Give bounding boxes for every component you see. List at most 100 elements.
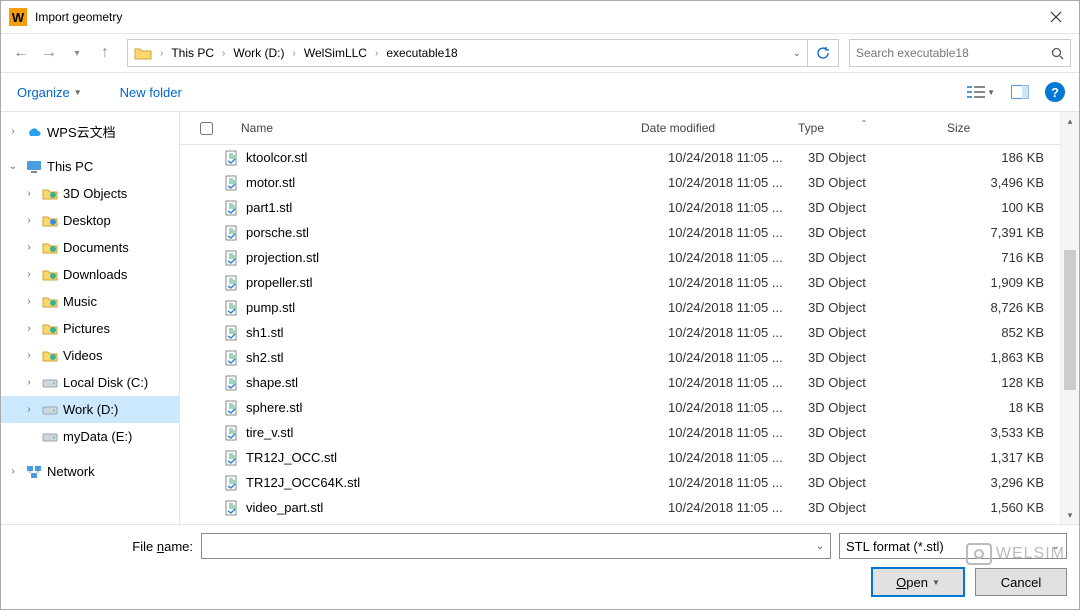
file-list[interactable]: ktoolcor.stl 10/24/2018 11:05 ... 3D Obj… — [180, 145, 1060, 524]
tree-twisty-icon[interactable]: › — [21, 215, 37, 226]
breadcrumb-executable18[interactable]: executable18 — [380, 40, 463, 66]
tree-twisty-icon[interactable]: › — [5, 126, 21, 137]
filename-input[interactable] — [202, 534, 810, 558]
tree-twisty-icon[interactable]: › — [21, 404, 37, 415]
chevron-right-icon[interactable]: › — [220, 48, 227, 59]
file-row[interactable]: TR12J_OCC.stl 10/24/2018 11:05 ... 3D Ob… — [180, 445, 1060, 470]
chevron-right-icon[interactable]: › — [373, 48, 380, 59]
chevron-right-icon[interactable]: › — [158, 48, 165, 59]
vertical-scrollbar[interactable]: ▴ ▾ — [1060, 112, 1079, 524]
file-name: projection.stl — [246, 250, 319, 265]
open-button[interactable]: Open ▼ — [871, 567, 965, 597]
file-date: 10/24/2018 11:05 ... — [668, 325, 808, 340]
breadcrumb-work-d[interactable]: Work (D:) — [227, 40, 290, 66]
file-row[interactable]: sphere.stl 10/24/2018 11:05 ... 3D Objec… — [180, 395, 1060, 420]
file-row[interactable]: video_part.stl 10/24/2018 11:05 ... 3D O… — [180, 495, 1060, 520]
stl-file-icon — [224, 475, 240, 491]
tree-item-this-pc[interactable]: ⌄ This PC — [1, 153, 179, 180]
tree-twisty-icon[interactable]: › — [21, 323, 37, 334]
tree-twisty-icon[interactable]: › — [21, 350, 37, 361]
tree-twisty-icon[interactable]: › — [21, 269, 37, 280]
scroll-thumb[interactable] — [1064, 250, 1076, 390]
toolbar-right: ▼ ? — [967, 82, 1065, 102]
filename-combobox[interactable]: ⌄ — [201, 533, 831, 559]
tree-twisty-icon[interactable]: › — [21, 242, 37, 253]
search-icon[interactable] — [1044, 47, 1070, 60]
new-folder-button[interactable]: New folder — [118, 81, 184, 104]
tree-item-documents[interactable]: › Documents — [1, 234, 179, 261]
disk-icon — [41, 374, 59, 392]
preview-pane-icon — [1011, 85, 1029, 99]
refresh-button[interactable] — [807, 40, 838, 66]
tree-item-3d-objects[interactable]: › 3D Objects — [1, 180, 179, 207]
recent-dropdown[interactable]: ▾ — [65, 41, 89, 65]
tree-twisty-icon[interactable]: › — [21, 377, 37, 388]
tree-item-local-disk-c-[interactable]: › Local Disk (C:) — [1, 369, 179, 396]
tree-twisty-icon[interactable]: › — [21, 188, 37, 199]
address-dropdown[interactable]: ⌄ — [787, 48, 807, 59]
chevron-down-icon[interactable]: ⌄ — [810, 541, 830, 552]
folder-tree[interactable]: › WPS云文档⌄ This PC› 3D Objects› Desktop› … — [1, 112, 180, 524]
tree-item-desktop[interactable]: › Desktop — [1, 207, 179, 234]
cancel-button[interactable]: Cancel — [975, 568, 1067, 596]
disk-icon — [41, 401, 59, 419]
breadcrumb-welsimllc[interactable]: WelSimLLC — [298, 40, 373, 66]
tree-item-pictures[interactable]: › Pictures — [1, 315, 179, 342]
column-date[interactable]: Date modified — [633, 121, 790, 135]
close-button[interactable] — [1033, 1, 1079, 33]
breadcrumb-this-pc[interactable]: This PC — [165, 40, 220, 66]
back-button[interactable]: ← — [9, 41, 33, 65]
file-row[interactable]: tire_v.stl 10/24/2018 11:05 ... 3D Objec… — [180, 420, 1060, 445]
tree-item-label: Desktop — [63, 213, 111, 228]
organize-button[interactable]: Organize ▼ — [15, 81, 84, 104]
file-row[interactable]: projection.stl 10/24/2018 11:05 ... 3D O… — [180, 245, 1060, 270]
file-size: 7,391 KB — [940, 225, 1060, 240]
tree-item-music[interactable]: › Music — [1, 288, 179, 315]
file-row[interactable]: motor.stl 10/24/2018 11:05 ... 3D Object… — [180, 170, 1060, 195]
view-mode-button[interactable]: ▼ — [967, 85, 995, 99]
file-row[interactable]: pump.stl 10/24/2018 11:05 ... 3D Object … — [180, 295, 1060, 320]
file-row[interactable]: ktoolcor.stl 10/24/2018 11:05 ... 3D Obj… — [180, 145, 1060, 170]
tree-item-videos[interactable]: › Videos — [1, 342, 179, 369]
column-select-all[interactable] — [180, 122, 233, 135]
tree-item-wps-[interactable]: › WPS云文档 — [1, 118, 179, 145]
address-bar[interactable]: › This PC › Work (D:) › WelSimLLC › exec… — [127, 39, 839, 67]
file-row[interactable]: porsche.stl 10/24/2018 11:05 ... 3D Obje… — [180, 220, 1060, 245]
column-name[interactable]: Name — [233, 121, 633, 135]
filename-row: File name: ⌄ STL format (*.stl) ⌄ — [13, 533, 1067, 559]
scroll-up-button[interactable]: ▴ — [1061, 112, 1079, 130]
tree-item-network[interactable]: › Network — [1, 458, 179, 485]
tree-item-label: Documents — [63, 240, 129, 255]
chevron-right-icon[interactable]: › — [290, 48, 297, 59]
preview-pane-button[interactable] — [1011, 85, 1029, 99]
column-type[interactable]: ⌃Type — [790, 121, 939, 135]
import-geometry-dialog: W Import geometry ← → ▾ ↑ › This PC › Wo… — [0, 0, 1080, 610]
up-button[interactable]: ↑ — [93, 41, 117, 65]
forward-button[interactable]: → — [37, 41, 61, 65]
tree-twisty-icon[interactable]: › — [21, 296, 37, 307]
help-button[interactable]: ? — [1045, 82, 1065, 102]
tree-item-mydata-e-[interactable]: myData (E:) — [1, 423, 179, 450]
file-type: 3D Object — [808, 425, 940, 440]
file-type-filter[interactable]: STL format (*.stl) ⌄ — [839, 533, 1067, 559]
tree-item-work-d-[interactable]: › Work (D:) — [1, 396, 179, 423]
file-row[interactable]: TR12J_OCC64K.stl 10/24/2018 11:05 ... 3D… — [180, 470, 1060, 495]
search-input[interactable] — [850, 40, 1044, 66]
stl-file-icon — [224, 200, 240, 216]
file-row[interactable]: propeller.stl 10/24/2018 11:05 ... 3D Ob… — [180, 270, 1060, 295]
file-size: 1,317 KB — [940, 450, 1060, 465]
tree-item-downloads[interactable]: › Downloads — [1, 261, 179, 288]
scroll-down-button[interactable]: ▾ — [1061, 506, 1079, 524]
file-row[interactable]: part1.stl 10/24/2018 11:05 ... 3D Object… — [180, 195, 1060, 220]
file-row[interactable]: shape.stl 10/24/2018 11:05 ... 3D Object… — [180, 370, 1060, 395]
file-date: 10/24/2018 11:05 ... — [668, 425, 808, 440]
tree-twisty-icon[interactable]: ⌄ — [5, 161, 21, 172]
select-all-checkbox[interactable] — [200, 122, 213, 135]
tree-twisty-icon[interactable]: › — [5, 466, 21, 477]
search-box[interactable] — [849, 39, 1071, 67]
file-name: pump.stl — [246, 300, 295, 315]
file-row[interactable]: sh2.stl 10/24/2018 11:05 ... 3D Object 1… — [180, 345, 1060, 370]
chevron-down-icon: ▼ — [74, 88, 82, 97]
column-size[interactable]: Size — [939, 121, 1060, 135]
file-row[interactable]: sh1.stl 10/24/2018 11:05 ... 3D Object 8… — [180, 320, 1060, 345]
